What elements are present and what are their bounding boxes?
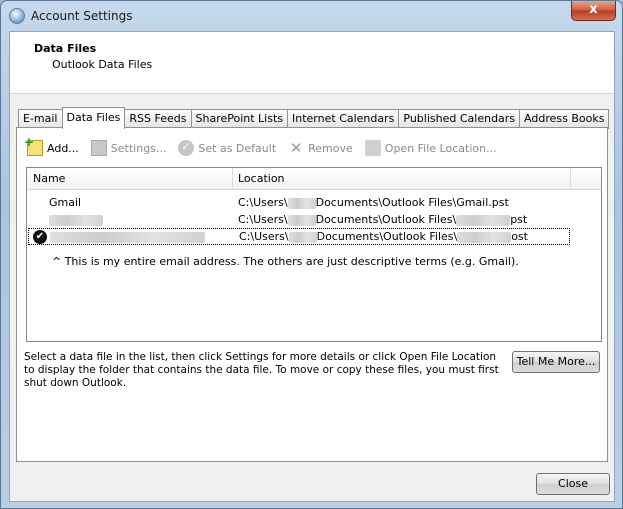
- default-checkmark-icon: ✔: [33, 230, 47, 244]
- row-location: C:\Users\ Documents\Outlook Files\ pst: [238, 213, 528, 226]
- column-header-location[interactable]: Location: [238, 172, 285, 185]
- tab-strip: E-mail Data Files RSS Feeds SharePoint L…: [18, 107, 610, 129]
- outlook-globe-icon: [9, 8, 25, 24]
- column-divider[interactable]: [232, 168, 233, 190]
- checkmark-icon: [178, 140, 195, 156]
- list-row-default[interactable]: ✔ C:\Users\ Documents\Outlook Files\ ost: [28, 228, 570, 245]
- tell-me-more-button[interactable]: Tell Me More...: [512, 351, 600, 373]
- remove-label: Remove: [308, 141, 353, 155]
- redacted-username: [288, 231, 317, 243]
- list-header: Name Location: [27, 168, 601, 190]
- open-file-location-label: Open File Location...: [384, 141, 497, 155]
- dialog-client-area: Data Files Outlook Data Files E-mail Dat…: [9, 31, 615, 502]
- close-button[interactable]: Close: [536, 473, 610, 495]
- list-row-gmail[interactable]: Gmail C:\Users\ Documents\Outlook Files\G…: [27, 195, 601, 212]
- page-subtitle: Outlook Data Files: [52, 58, 153, 71]
- column-divider[interactable]: [570, 168, 571, 190]
- data-files-panel: Add... Settings... Set as Default ✕ Remo…: [16, 127, 608, 462]
- tab-data-files[interactable]: Data Files: [61, 107, 126, 129]
- add-file-icon: [24, 135, 43, 156]
- redacted-name: [49, 214, 103, 226]
- redacted-username: [287, 214, 316, 226]
- row-location: C:\Users\ Documents\Outlook Files\ ost: [239, 230, 528, 243]
- redacted-filename: [456, 214, 511, 226]
- set-as-default-button[interactable]: Set as Default: [178, 140, 276, 156]
- settings-button[interactable]: Settings...: [90, 140, 167, 156]
- redacted-email-address: [50, 231, 205, 243]
- help-text: Select a data file in the list, then cli…: [24, 351, 499, 389]
- tab-address-books[interactable]: Address Books: [519, 109, 610, 129]
- add-label: Add...: [47, 141, 79, 155]
- title-bar[interactable]: Account Settings x: [1, 1, 622, 31]
- row-name: [50, 230, 205, 243]
- column-header-name[interactable]: Name: [33, 172, 65, 185]
- add-button[interactable]: Add...: [24, 135, 79, 156]
- tab-sharepoint-lists[interactable]: SharePoint Lists: [190, 109, 289, 129]
- list-row[interactable]: C:\Users\ Documents\Outlook Files\ pst: [27, 212, 601, 229]
- remove-x-icon: ✕: [289, 139, 303, 157]
- tab-internet-calendars[interactable]: Internet Calendars: [287, 109, 400, 129]
- settings-icon: [90, 140, 107, 156]
- tab-published-calendars[interactable]: Published Calendars: [398, 109, 521, 129]
- open-file-location-button[interactable]: Open File Location...: [364, 140, 497, 156]
- account-settings-window: Account Settings x Data Files Outlook Da…: [0, 0, 623, 509]
- window-title: Account Settings: [31, 9, 133, 23]
- row-name: Gmail: [49, 196, 82, 209]
- row-location: C:\Users\ Documents\Outlook Files\Gmail.p…: [238, 196, 509, 209]
- annotation-note: ^ This is my entire email address. The o…: [52, 255, 519, 268]
- toolbar: Add... Settings... Set as Default ✕ Remo…: [24, 135, 509, 158]
- tab-email[interactable]: E-mail: [18, 109, 63, 129]
- redacted-filename: [457, 231, 512, 243]
- set-as-default-label: Set as Default: [198, 141, 277, 155]
- dialog-header: Data Files Outlook Data Files: [10, 32, 614, 94]
- data-files-list[interactable]: Name Location Gmail C:\Users\ Documents\O…: [26, 167, 602, 342]
- window-close-button[interactable]: x: [571, 1, 616, 21]
- settings-label: Settings...: [110, 141, 167, 155]
- redacted-username: [287, 197, 316, 209]
- remove-button[interactable]: ✕ Remove: [288, 140, 353, 156]
- folder-icon: [364, 140, 381, 156]
- page-title: Data Files: [34, 42, 97, 55]
- tab-rss-feeds[interactable]: RSS Feeds: [124, 109, 192, 129]
- row-name: [49, 213, 103, 226]
